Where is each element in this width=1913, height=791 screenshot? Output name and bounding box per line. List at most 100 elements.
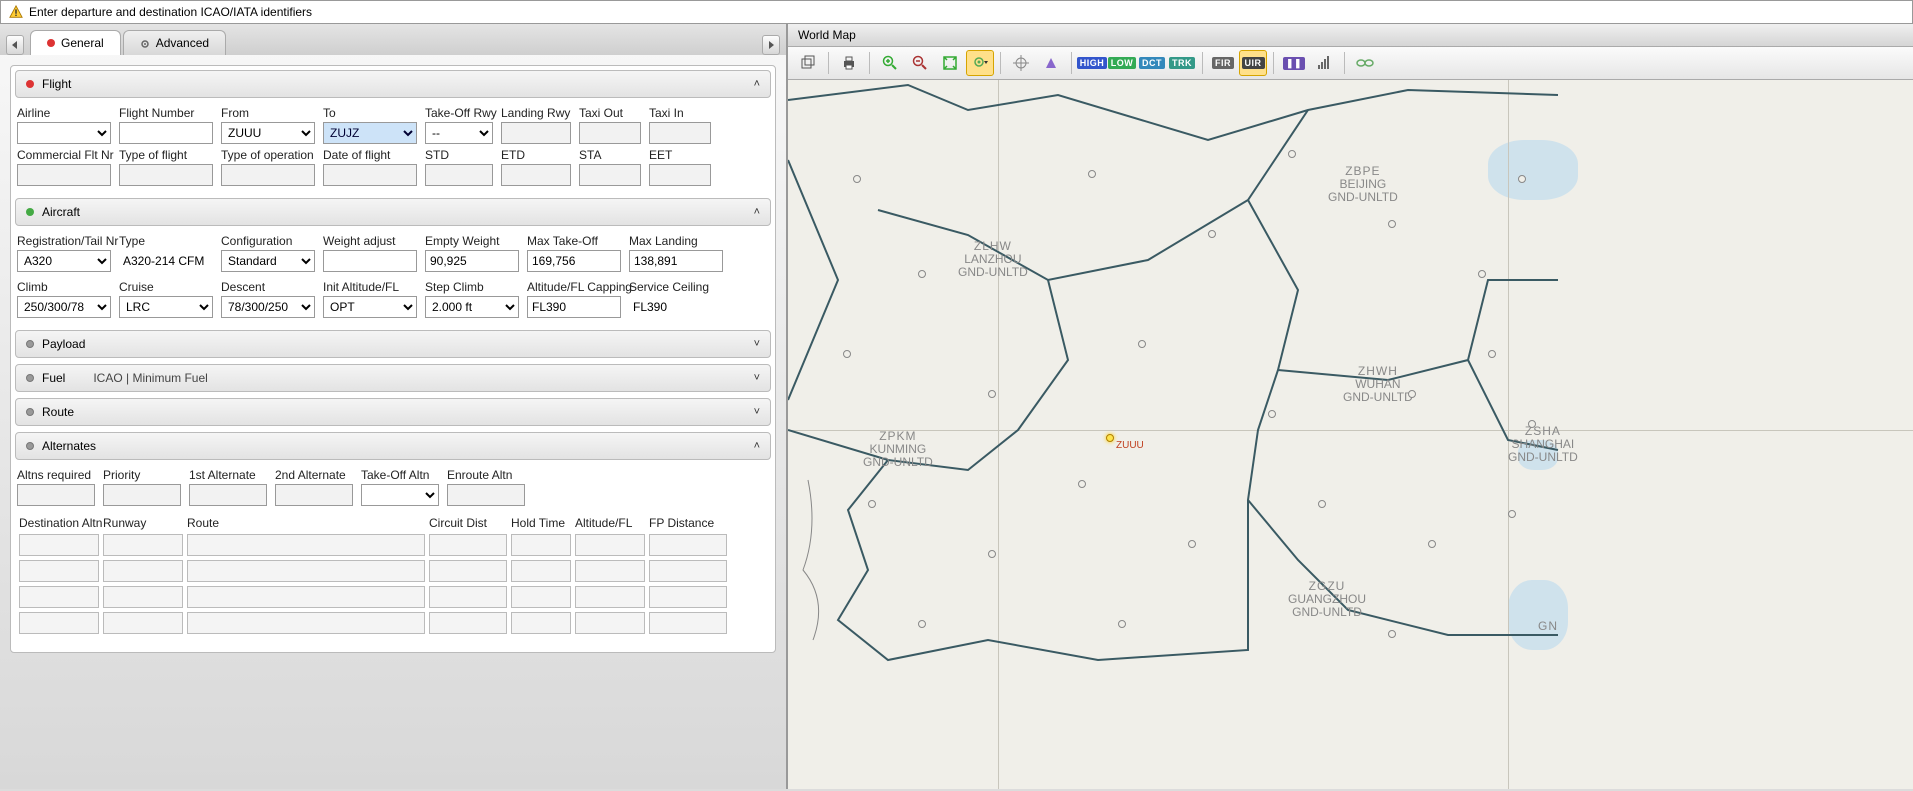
dateflight-input[interactable] bbox=[323, 164, 417, 186]
table-cell[interactable] bbox=[429, 612, 507, 634]
table-cell[interactable] bbox=[649, 586, 727, 608]
taxiout-input[interactable] bbox=[579, 122, 641, 144]
table-cell[interactable] bbox=[429, 560, 507, 582]
section-payload-title: Payload bbox=[42, 337, 85, 351]
eet-input[interactable] bbox=[649, 164, 711, 186]
enraltn-input[interactable] bbox=[447, 484, 525, 506]
flightnum-input[interactable] bbox=[119, 122, 213, 144]
table-cell[interactable] bbox=[511, 586, 571, 608]
wadj-input[interactable] bbox=[323, 250, 417, 272]
table-cell[interactable] bbox=[429, 534, 507, 556]
triangle-up-icon[interactable] bbox=[1037, 50, 1065, 76]
std-input[interactable] bbox=[425, 164, 493, 186]
bars-icon[interactable] bbox=[1310, 50, 1338, 76]
print-icon[interactable] bbox=[835, 50, 863, 76]
fit-icon[interactable] bbox=[936, 50, 964, 76]
section-payload-header[interactable]: Payload ˅ bbox=[15, 330, 771, 358]
table-cell[interactable] bbox=[187, 612, 425, 634]
section-aircraft-header[interactable]: Aircraft ˄ bbox=[15, 198, 771, 226]
from-select[interactable]: ZUUU bbox=[221, 122, 315, 144]
section-route-header[interactable]: Route ˅ bbox=[15, 398, 771, 426]
chain-icon[interactable] bbox=[1351, 50, 1379, 76]
label-etd: ETD bbox=[501, 148, 571, 162]
descent-select[interactable]: 78/300/250 bbox=[221, 296, 315, 318]
table-cell[interactable] bbox=[19, 586, 99, 608]
regtail-select[interactable]: A320 bbox=[17, 250, 111, 272]
section-fuel: Fuel ICAO | Minimum Fuel ˅ bbox=[15, 364, 771, 392]
flcap-input[interactable] bbox=[527, 296, 621, 318]
table-cell[interactable] bbox=[187, 534, 425, 556]
layer-uir-button[interactable]: UIR bbox=[1239, 50, 1267, 76]
sta-input[interactable] bbox=[579, 164, 641, 186]
pause-icon[interactable]: ❚❚ bbox=[1280, 50, 1308, 76]
layer-fir-button[interactable]: FIR bbox=[1209, 50, 1237, 76]
label-stepclimb: Step Climb bbox=[425, 280, 519, 294]
climb-select[interactable]: 250/300/78 bbox=[17, 296, 111, 318]
table-cell[interactable] bbox=[19, 612, 99, 634]
table-cell[interactable] bbox=[649, 612, 727, 634]
status-dot-neutral-icon bbox=[26, 374, 34, 382]
settings-dropdown-icon[interactable] bbox=[966, 50, 994, 76]
table-cell[interactable] bbox=[187, 586, 425, 608]
layer-high-button[interactable]: HIGH bbox=[1078, 50, 1106, 76]
typeop-input[interactable] bbox=[221, 164, 315, 186]
table-cell[interactable] bbox=[187, 560, 425, 582]
layer-dct-button[interactable]: DCT bbox=[1138, 50, 1166, 76]
section-alternates-header[interactable]: Alternates ˄ bbox=[15, 432, 771, 460]
stepclimb-select[interactable]: 2.000 ft bbox=[425, 296, 519, 318]
table-cell[interactable] bbox=[103, 612, 183, 634]
table-cell[interactable] bbox=[511, 612, 571, 634]
table-cell[interactable] bbox=[429, 586, 507, 608]
window-restore-icon[interactable] bbox=[794, 50, 822, 76]
table-cell[interactable] bbox=[649, 560, 727, 582]
section-alternates-title: Alternates bbox=[42, 439, 96, 453]
map-dep-marker[interactable] bbox=[1106, 434, 1114, 442]
section-flight-header[interactable]: Flight ˄ bbox=[15, 70, 771, 98]
table-cell[interactable] bbox=[575, 612, 645, 634]
typeflight-input[interactable] bbox=[119, 164, 213, 186]
table-cell[interactable] bbox=[575, 586, 645, 608]
layer-low-button[interactable]: LOW bbox=[1108, 50, 1136, 76]
initfl-select[interactable]: OPT bbox=[323, 296, 417, 318]
table-cell[interactable] bbox=[103, 586, 183, 608]
toaltn-select[interactable] bbox=[361, 484, 439, 506]
tab-nav-right[interactable] bbox=[762, 35, 780, 55]
hdr-hold: Hold Time bbox=[511, 516, 571, 530]
table-cell[interactable] bbox=[575, 534, 645, 556]
crosshair-icon[interactable] bbox=[1007, 50, 1035, 76]
table-cell[interactable] bbox=[511, 560, 571, 582]
table-cell[interactable] bbox=[511, 534, 571, 556]
zoom-in-icon[interactable] bbox=[876, 50, 904, 76]
airline-select[interactable] bbox=[17, 122, 111, 144]
ldgrwy-input[interactable] bbox=[501, 122, 571, 144]
table-cell[interactable] bbox=[103, 560, 183, 582]
map-canvas[interactable]: ZBPE BEIJING GND-UNLTD ZLHW LANZHOU GND-… bbox=[788, 80, 1913, 789]
tab-nav-left[interactable] bbox=[6, 35, 24, 55]
table-cell[interactable] bbox=[649, 534, 727, 556]
table-cell[interactable] bbox=[19, 560, 99, 582]
cruise-select[interactable]: LRC bbox=[119, 296, 213, 318]
table-cell[interactable] bbox=[19, 534, 99, 556]
chevron-up-icon: ˄ bbox=[754, 206, 760, 218]
maxldg-input[interactable] bbox=[629, 250, 723, 272]
alt2-input[interactable] bbox=[275, 484, 353, 506]
config-select[interactable]: Standard bbox=[221, 250, 315, 272]
tab-advanced[interactable]: Advanced bbox=[123, 30, 226, 55]
etd-input[interactable] bbox=[501, 164, 571, 186]
tab-general[interactable]: General bbox=[30, 30, 121, 55]
empty-input[interactable] bbox=[425, 250, 519, 272]
commflt-input[interactable] bbox=[17, 164, 111, 186]
maxto-input[interactable] bbox=[527, 250, 621, 272]
alt1-input[interactable] bbox=[189, 484, 267, 506]
priority-input[interactable] bbox=[103, 484, 181, 506]
zoom-out-icon[interactable] bbox=[906, 50, 934, 76]
layer-trk-button[interactable]: TRK bbox=[1168, 50, 1196, 76]
torwy-select[interactable]: -- bbox=[425, 122, 493, 144]
to-select[interactable]: ZUJZ bbox=[323, 122, 417, 144]
section-fuel-header[interactable]: Fuel ICAO | Minimum Fuel ˅ bbox=[15, 364, 771, 392]
label-commflt: Commercial Flt Nr bbox=[17, 148, 111, 162]
table-cell[interactable] bbox=[575, 560, 645, 582]
table-cell[interactable] bbox=[103, 534, 183, 556]
altreq-input[interactable] bbox=[17, 484, 95, 506]
taxiin-input[interactable] bbox=[649, 122, 711, 144]
